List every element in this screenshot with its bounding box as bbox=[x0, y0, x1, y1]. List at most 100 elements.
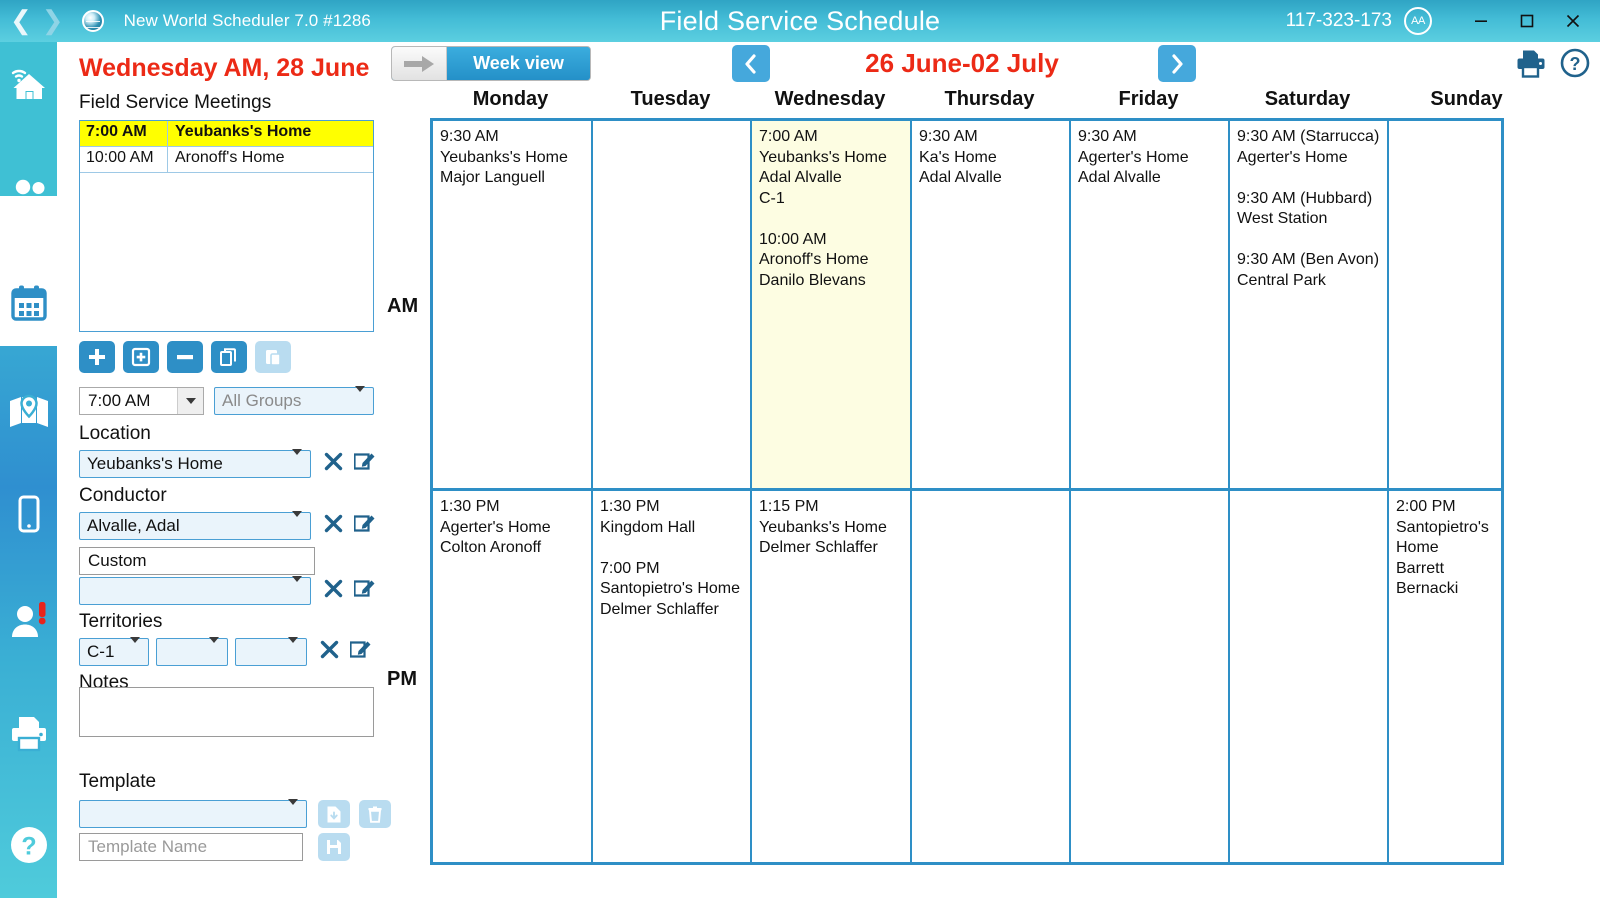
meeting-location: Yeubanks's Home bbox=[175, 123, 312, 140]
add-meeting-button[interactable] bbox=[79, 341, 115, 373]
sidebar-item-reports[interactable] bbox=[0, 690, 57, 776]
back-icon[interactable]: ❮ bbox=[10, 8, 32, 34]
conductor-select[interactable]: Alvalle, Adal bbox=[79, 511, 311, 540]
day-header-wednesday: Wednesday bbox=[774, 88, 886, 110]
chevron-down-icon bbox=[209, 637, 219, 661]
territory-3-select[interactable] bbox=[235, 637, 307, 666]
cell-pm-tuesday[interactable]: 1:30 PM Kingdom Hall 7:00 PM Santopietro… bbox=[593, 491, 752, 862]
list-item[interactable]: 10:00 AM Aronoff's Home bbox=[80, 147, 373, 173]
cell-am-saturday[interactable]: 9:30 AM (Starrucca) Agerter's Home 9:30 … bbox=[1230, 121, 1389, 488]
groups-select[interactable]: All Groups bbox=[214, 386, 374, 415]
template-name-input[interactable]: Template Name bbox=[79, 833, 303, 861]
sidebar-item-schedules[interactable] bbox=[0, 260, 57, 346]
location-label: Location bbox=[79, 423, 151, 444]
edit-custom-button[interactable] bbox=[353, 577, 377, 605]
close-button[interactable] bbox=[1550, 0, 1596, 42]
paste-icon bbox=[266, 350, 281, 366]
font-size-icon[interactable]: AA bbox=[1404, 7, 1432, 35]
edit-conductor-button[interactable] bbox=[353, 512, 377, 540]
sidebar-item-home[interactable] bbox=[0, 42, 57, 128]
field-service-meetings-list[interactable]: 7:00 AM Yeubanks's Home 10:00 AM Aronoff… bbox=[79, 120, 374, 332]
chevron-down-icon bbox=[288, 637, 298, 661]
sidebar-item-territories[interactable] bbox=[0, 368, 57, 454]
maximize-button[interactable] bbox=[1504, 0, 1550, 42]
location-select[interactable]: Yeubanks's Home bbox=[79, 449, 311, 478]
edit-location-button[interactable] bbox=[353, 450, 377, 478]
x-icon bbox=[324, 452, 343, 471]
notes-input[interactable] bbox=[79, 687, 374, 737]
template-load-button[interactable] bbox=[318, 800, 350, 828]
remove-meeting-button[interactable] bbox=[167, 341, 203, 373]
meeting-time-input[interactable]: 7:00 AM bbox=[79, 387, 204, 415]
cell-am-tuesday[interactable] bbox=[593, 121, 752, 488]
edit-pencil-icon bbox=[353, 453, 375, 470]
cell-am-monday[interactable]: 9:30 AM Yeubanks's Home Major Languell bbox=[433, 121, 593, 488]
cell-am-friday[interactable]: 9:30 AM Agerter's Home Adal Alvalle bbox=[1071, 121, 1230, 488]
cell-pm-sunday[interactable]: 2:00 PM Santopietro's Home Barrett Berna… bbox=[1389, 491, 1501, 862]
add-boxed-button[interactable] bbox=[123, 341, 159, 373]
cell-pm-saturday[interactable] bbox=[1230, 491, 1389, 862]
clear-conductor-button[interactable] bbox=[323, 513, 344, 539]
arrow-right-icon bbox=[392, 47, 447, 80]
svg-text:?: ? bbox=[21, 833, 36, 861]
home-icon bbox=[11, 69, 45, 99]
template-select[interactable] bbox=[79, 799, 307, 828]
template-delete-button[interactable] bbox=[359, 800, 391, 828]
printer-icon bbox=[11, 717, 46, 752]
template-save-button[interactable] bbox=[318, 833, 350, 861]
cell-pm-thursday[interactable] bbox=[912, 491, 1071, 862]
chevron-down-icon bbox=[355, 386, 365, 410]
print-button[interactable] bbox=[1516, 49, 1546, 83]
conductor-value: Alvalle, Adal bbox=[87, 516, 180, 535]
meeting-action-buttons bbox=[79, 341, 291, 373]
template-label: Template bbox=[79, 771, 157, 792]
cell-am-sunday[interactable] bbox=[1389, 121, 1501, 488]
day-header-monday: Monday bbox=[472, 88, 549, 110]
meeting-time-value: 7:00 AM bbox=[88, 391, 151, 410]
pm-row: 1:30 PM Agerter's Home Colton Aronoff 1:… bbox=[433, 491, 1501, 862]
clear-territories-button[interactable] bbox=[319, 639, 340, 665]
minimize-button[interactable] bbox=[1458, 0, 1504, 42]
help-button[interactable]: ? bbox=[1560, 48, 1590, 83]
trash-icon bbox=[368, 806, 382, 823]
location-row: Yeubanks's Home bbox=[79, 449, 377, 478]
day-header-saturday: Saturday bbox=[1264, 88, 1351, 110]
custom-label-value: Custom bbox=[88, 551, 147, 570]
list-item[interactable]: 7:00 AM Yeubanks's Home bbox=[80, 121, 373, 147]
copy-icon bbox=[220, 348, 236, 366]
cell-am-wednesday[interactable]: 7:00 AM Yeubanks's Home Adal Alvalle C-1… bbox=[752, 121, 912, 488]
cell-am-thursday[interactable]: 9:30 AM Ka's Home Adal Alvalle bbox=[912, 121, 1071, 488]
app-logo-globe-icon bbox=[81, 10, 104, 32]
custom-label-input[interactable]: Custom bbox=[79, 547, 315, 575]
sidebar-item-publishers[interactable] bbox=[0, 152, 57, 238]
cell-pm-monday[interactable]: 1:30 PM Agerter's Home Colton Aronoff bbox=[433, 491, 593, 862]
people-icon bbox=[10, 179, 49, 209]
previous-week-button[interactable] bbox=[732, 45, 770, 82]
map-icon bbox=[9, 394, 48, 427]
sidebar-item-alerts[interactable] bbox=[0, 577, 57, 663]
custom-select[interactable] bbox=[79, 576, 311, 605]
file-download-icon bbox=[327, 806, 341, 822]
clear-location-button[interactable] bbox=[323, 451, 344, 477]
day-header-friday: Friday bbox=[1118, 88, 1179, 110]
day-header-sunday: Sunday bbox=[1430, 88, 1503, 110]
paste-button[interactable] bbox=[255, 341, 291, 373]
meeting-location: Aronoff's Home bbox=[175, 149, 285, 166]
territory-1-select[interactable]: C-1 bbox=[79, 637, 149, 666]
clear-custom-button[interactable] bbox=[323, 578, 344, 604]
cell-pm-wednesday[interactable]: 1:15 PM Yeubanks's Home Delmer Schlaffer bbox=[752, 491, 912, 862]
week-view-button[interactable]: Week view bbox=[391, 46, 591, 81]
chevron-right-icon bbox=[1172, 53, 1183, 74]
x-icon bbox=[324, 579, 343, 598]
cell-pm-friday[interactable] bbox=[1071, 491, 1230, 862]
chevron-down-icon[interactable] bbox=[177, 388, 203, 414]
question-circle-icon: ? bbox=[1560, 48, 1590, 78]
edit-territories-button[interactable] bbox=[349, 638, 373, 666]
territory-2-select[interactable] bbox=[156, 637, 228, 666]
next-week-button[interactable] bbox=[1158, 45, 1196, 82]
forward-icon[interactable]: ❯ bbox=[42, 8, 64, 34]
copy-button[interactable] bbox=[211, 341, 247, 373]
sidebar-item-help[interactable]: ? bbox=[0, 802, 57, 888]
panel-section-title: Field Service Meetings bbox=[79, 92, 272, 113]
sidebar-item-mobile[interactable] bbox=[0, 472, 57, 558]
